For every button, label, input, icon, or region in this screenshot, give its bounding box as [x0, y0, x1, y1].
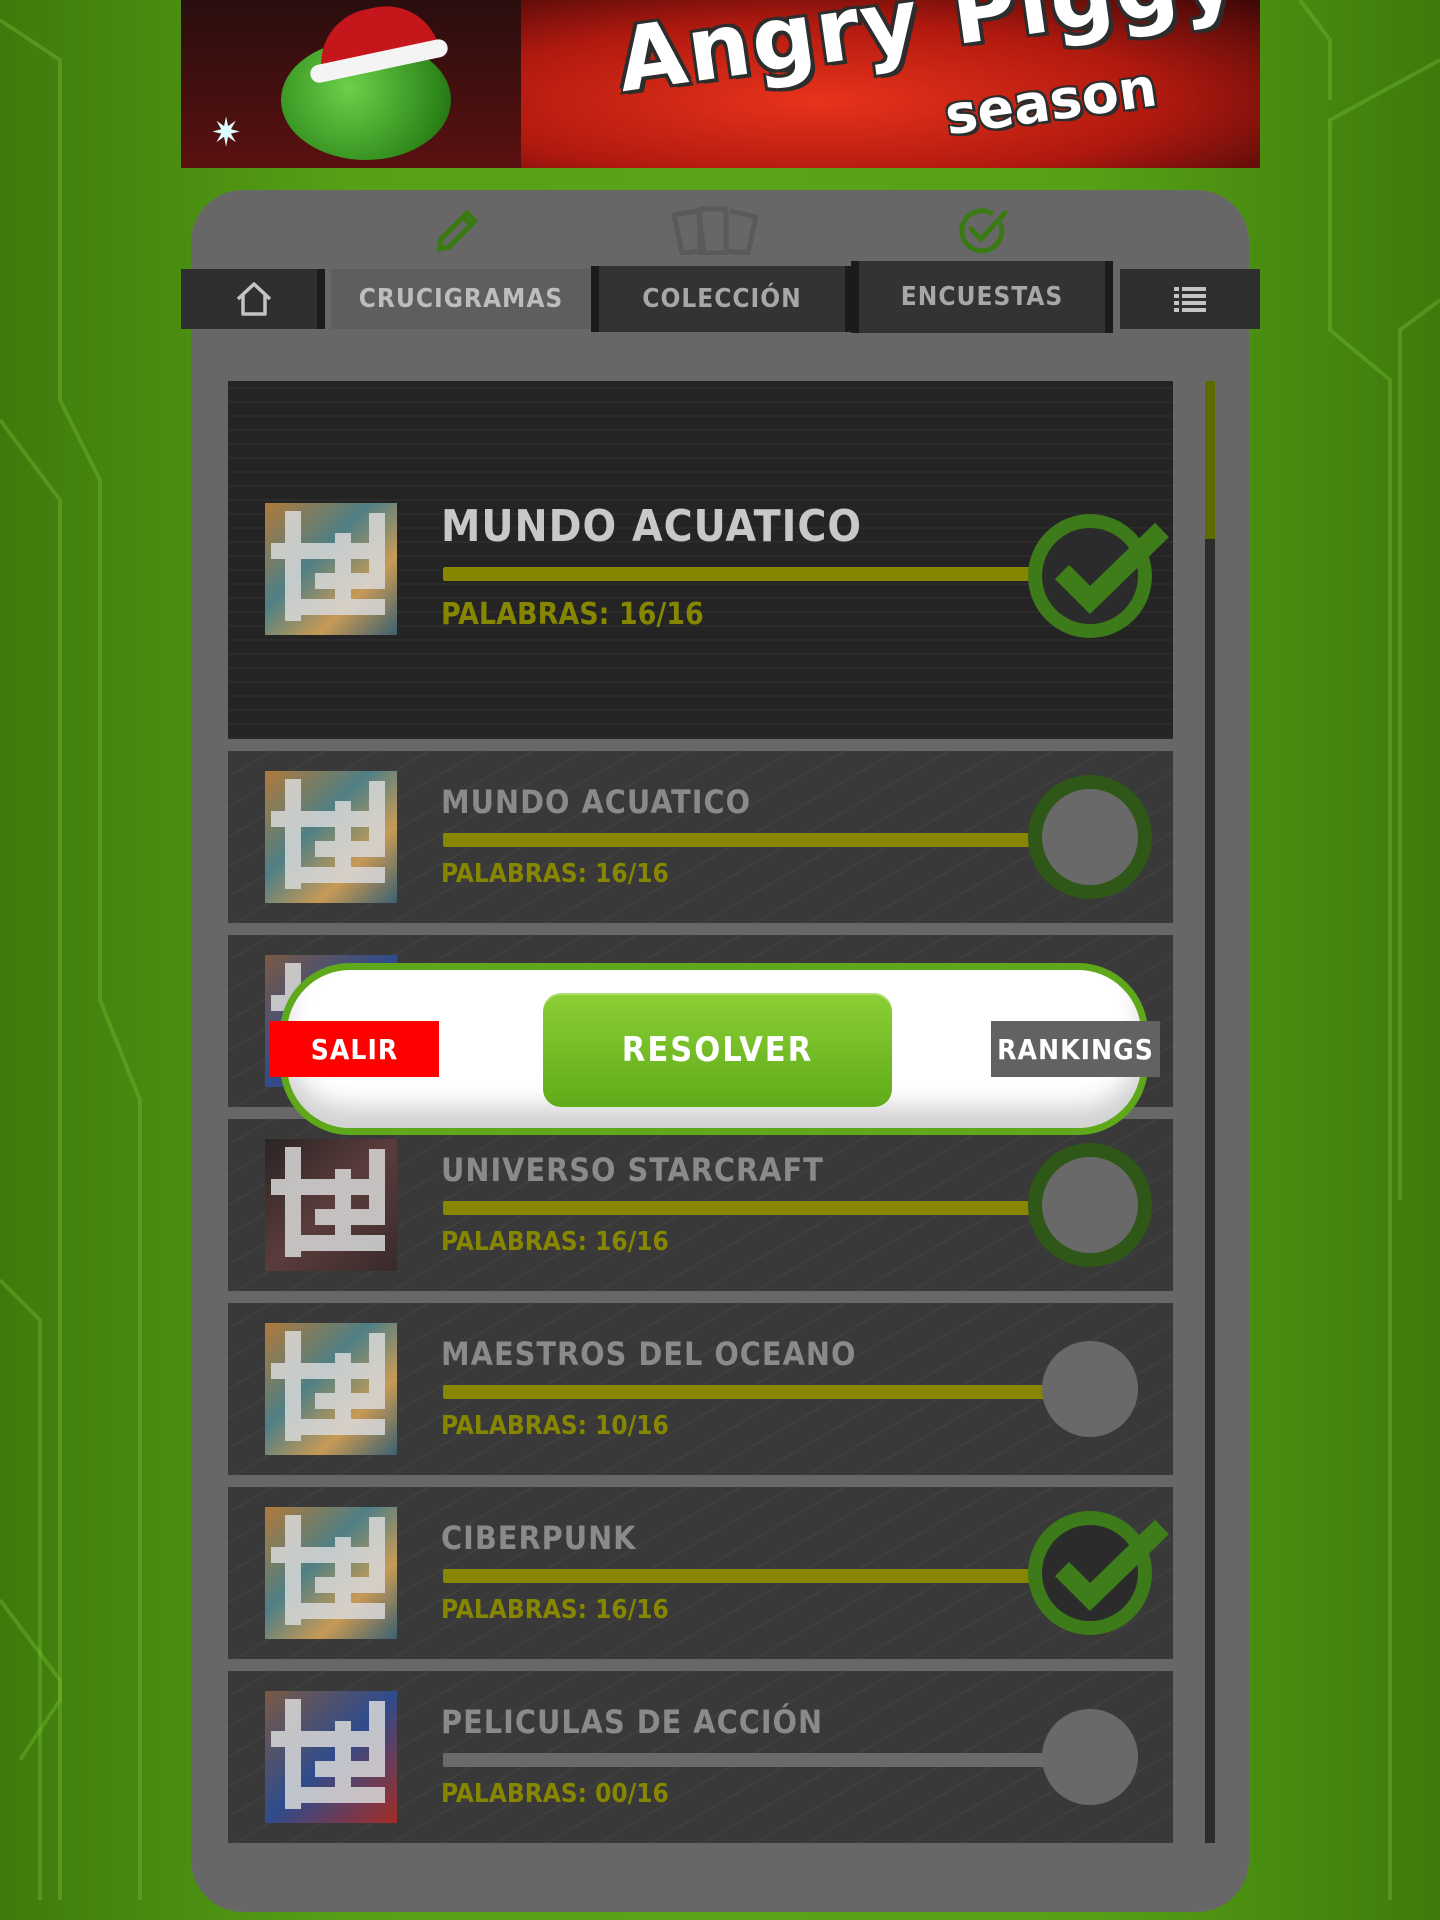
crossword-item[interactable]: MUNDO ACUATICO PALABRAS: 16/16: [228, 751, 1173, 923]
crossword-title: MUNDO ACUATICO: [441, 501, 863, 552]
crossword-thumbnail: [265, 1323, 397, 1455]
check-circle-icon: [959, 208, 1008, 254]
status-circle: [1042, 1709, 1138, 1805]
tab-bar: CRUCIGRAMAS COLECCIÓN ENCUESTAS: [181, 261, 1260, 333]
menu-button[interactable]: [1120, 269, 1260, 329]
crossword-thumbnail: [265, 503, 397, 635]
tab-encuestas[interactable]: ENCUESTAS: [851, 261, 1113, 333]
crossword-thumbnail: [265, 1507, 397, 1639]
progress-bar: [443, 1201, 1063, 1215]
tab-crucigramas[interactable]: CRUCIGRAMAS: [331, 269, 591, 329]
crossword-words: PALABRAS: 16/16: [441, 859, 669, 889]
crossword-thumbnail: [265, 1139, 397, 1271]
pencil-icon: [436, 210, 478, 252]
status-circle: [1042, 1157, 1138, 1253]
status-circle: [1042, 789, 1138, 885]
list-menu-icon: [1174, 287, 1206, 312]
rankings-button[interactable]: RANKINGS: [991, 1021, 1160, 1077]
tab-coleccion[interactable]: COLECCIÓN: [591, 266, 853, 332]
progress-bar: [443, 567, 1063, 581]
crossword-thumbnail: [265, 771, 397, 903]
crossword-words: PALABRAS: 00/16: [441, 1779, 669, 1809]
progress-bar: [443, 833, 1063, 847]
crossword-title: UNIVERSO STARCRAFT: [441, 1151, 824, 1189]
crossword-title: CIBERPUNK: [441, 1519, 637, 1557]
crossword-words: PALABRAS: 10/16: [441, 1411, 669, 1441]
salir-button[interactable]: SALIR: [270, 1021, 439, 1077]
progress-bar: [443, 1569, 1063, 1583]
checkmark-icon: [1054, 522, 1169, 615]
crossword-item[interactable]: MUNDO ACUATICO PALABRAS: 16/16: [228, 381, 1173, 739]
crossword-title: PELICULAS DE ACCIÓN: [441, 1703, 824, 1741]
status-circle: [1042, 1341, 1138, 1437]
crossword-words: PALABRAS: 16/16: [441, 1227, 669, 1257]
crossword-title: MUNDO ACUATICO: [441, 783, 752, 821]
status-completed: [1042, 1519, 1169, 1621]
cards-icon: [671, 206, 759, 255]
home-button[interactable]: [181, 269, 325, 329]
checkmark-icon: [1054, 1519, 1169, 1612]
crossword-item[interactable]: UNIVERSO STARCRAFT PALABRAS: 16/16: [228, 1119, 1173, 1291]
progress-bar: [443, 1385, 1063, 1399]
resolver-button[interactable]: RESOLVER: [543, 993, 892, 1107]
scrollbar-thumb[interactable]: [1205, 381, 1215, 539]
crossword-title: MAESTROS DEL OCEANO: [441, 1335, 857, 1373]
crossword-item[interactable]: CIBERPUNK PALABRAS: 16/16: [228, 1487, 1173, 1659]
scrollbar-track[interactable]: [1205, 381, 1215, 1843]
sparkle-icon: ✷: [211, 110, 242, 156]
home-icon: [236, 282, 272, 316]
crossword-item[interactable]: MAESTROS DEL OCEANO PALABRAS: 10/16: [228, 1303, 1173, 1475]
crossword-thumbnail: [265, 1691, 397, 1823]
status-completed: [1042, 522, 1169, 624]
progress-bar: [443, 1753, 1063, 1767]
ad-banner[interactable]: ✷ Angry Piggy season: [181, 0, 1260, 168]
crossword-words: PALABRAS: 16/16: [441, 597, 704, 632]
crossword-item[interactable]: PELICULAS DE ACCIÓN PALABRAS: 00/16: [228, 1671, 1173, 1843]
crossword-words: PALABRAS: 16/16: [441, 1595, 669, 1625]
